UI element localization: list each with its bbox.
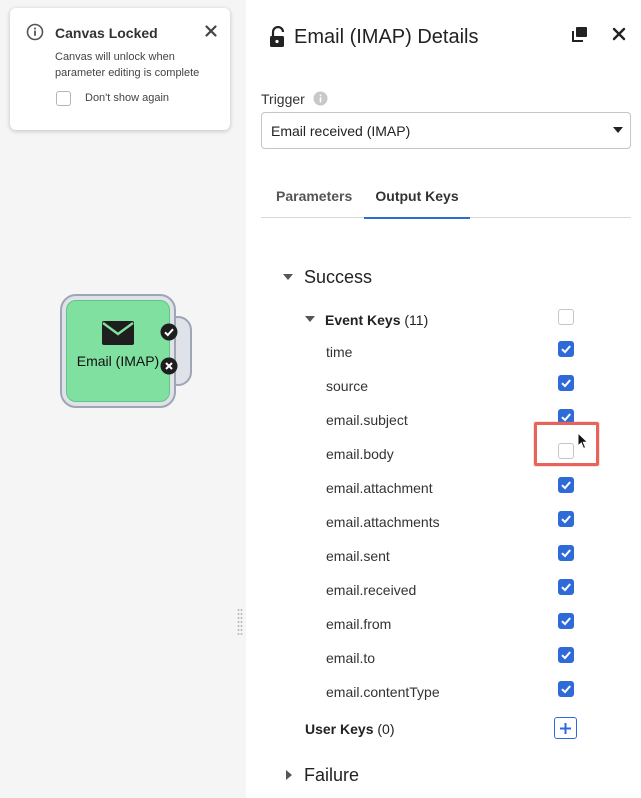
node-body[interactable] — [66, 300, 170, 402]
caret-down-icon[interactable] — [305, 314, 315, 324]
key-checkbox-email-contenttype[interactable] — [558, 681, 574, 697]
key-label: email.attachments — [326, 514, 440, 530]
event-keys-select-all-checkbox[interactable] — [558, 309, 574, 325]
plus-icon — [560, 723, 571, 734]
tab-parameters[interactable]: Parameters — [276, 188, 352, 218]
envelope-icon — [102, 321, 134, 345]
check-icon — [561, 549, 571, 558]
caret-down-icon[interactable] — [283, 272, 293, 282]
key-label: email.body — [326, 446, 394, 462]
canvas-locked-toast: Canvas Locked Canvas will unlock when pa… — [10, 8, 230, 130]
trigger-label: Trigger — [261, 91, 305, 107]
key-checkbox-source[interactable] — [558, 375, 574, 391]
key-checkbox-email-from[interactable] — [558, 613, 574, 629]
add-user-key-button[interactable] — [554, 717, 577, 739]
check-icon — [561, 617, 571, 626]
success-port-icon[interactable] — [160, 323, 178, 341]
dont-show-again-checkbox[interactable] — [56, 91, 71, 106]
key-label: email.sent — [326, 548, 390, 564]
check-icon — [561, 651, 571, 660]
node-label: Email (IMAP) — [76, 353, 160, 369]
info-icon — [26, 23, 44, 41]
unlocked-lock-icon — [270, 26, 285, 47]
check-icon — [561, 685, 571, 694]
dont-show-again-label[interactable]: Don't show again — [85, 92, 169, 104]
key-checkbox-email-to[interactable] — [558, 647, 574, 663]
caret-down-icon — [613, 127, 623, 133]
panel-title: Email (IMAP) Details — [294, 26, 479, 48]
close-icon[interactable] — [612, 27, 626, 41]
info-icon[interactable] — [313, 91, 328, 106]
close-icon[interactable] — [203, 23, 219, 39]
toast-title: Canvas Locked — [55, 25, 158, 41]
key-checkbox-email-received[interactable] — [558, 579, 574, 595]
popout-icon[interactable] — [572, 26, 588, 42]
check-icon — [561, 379, 571, 388]
failure-port-icon[interactable] — [160, 357, 178, 375]
event-keys-label[interactable]: Event Keys (11) — [325, 312, 428, 328]
trigger-select[interactable]: Email received (IMAP) — [261, 112, 631, 149]
email-imap-node[interactable]: Email (IMAP) — [60, 294, 192, 408]
key-label: email.contentType — [326, 684, 440, 700]
workflow-canvas[interactable]: Canvas Locked Canvas will unlock when pa… — [0, 0, 246, 798]
key-checkbox-email-attachments[interactable] — [558, 511, 574, 527]
tab-bar: Parameters Output Keys — [261, 188, 631, 219]
panel-resize-handle[interactable] — [237, 608, 243, 638]
key-checkbox-time[interactable] — [558, 341, 574, 357]
check-icon — [561, 583, 571, 592]
details-panel: Email (IMAP) Details Trigger Email recei… — [246, 0, 641, 798]
key-label: email.to — [326, 650, 376, 666]
trigger-select-value: Email received (IMAP) — [271, 123, 411, 139]
key-label: email.subject — [326, 412, 408, 428]
key-checkbox-email-sent[interactable] — [558, 545, 574, 561]
check-icon — [561, 515, 571, 524]
key-label: source — [326, 378, 369, 394]
mouse-cursor-icon — [577, 432, 589, 450]
success-section-label[interactable]: Success — [304, 267, 372, 288]
check-icon — [561, 481, 571, 490]
failure-section-label[interactable]: Failure — [304, 765, 359, 786]
key-label: email.attachment — [326, 480, 433, 496]
key-checkbox-email-body[interactable] — [558, 443, 574, 459]
key-label: email.from — [326, 616, 392, 632]
caret-right-icon[interactable] — [284, 770, 294, 780]
tab-output-keys[interactable]: Output Keys — [364, 188, 470, 219]
toast-message: Canvas will unlock when parameter editin… — [55, 51, 200, 79]
user-keys-label: User Keys (0) — [305, 721, 395, 737]
key-label: email.received — [326, 582, 417, 598]
key-checkbox-email-attachment[interactable] — [558, 477, 574, 493]
key-label: time — [326, 344, 353, 360]
check-icon — [561, 345, 571, 354]
